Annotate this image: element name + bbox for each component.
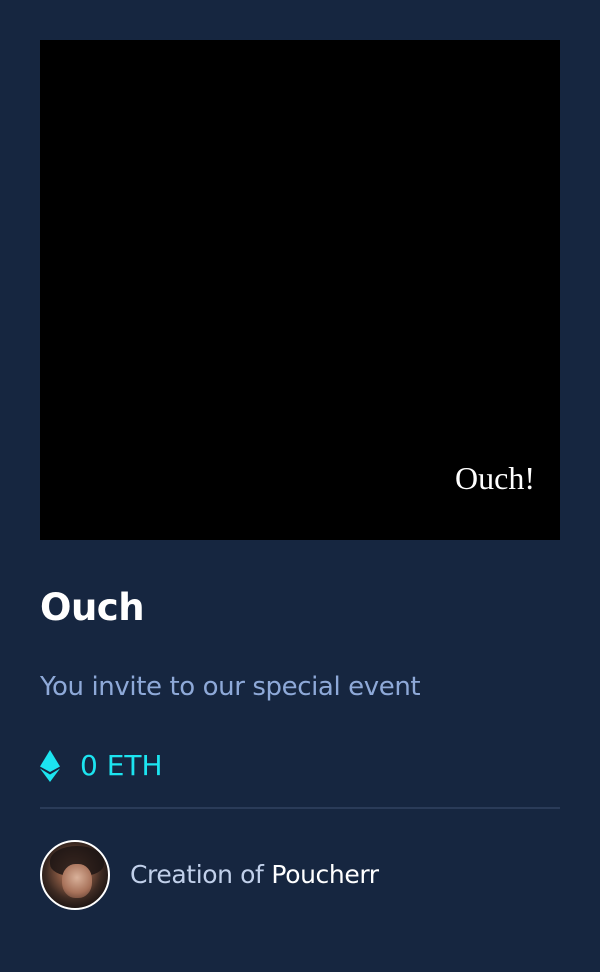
creator-name-link[interactable]: Poucherr: [271, 860, 379, 889]
nft-price: 0 ETH: [80, 749, 163, 782]
price-row: 0 ETH: [40, 749, 560, 783]
nft-title: Ouch: [40, 586, 145, 629]
nft-media[interactable]: Ouch!: [40, 40, 560, 540]
creator-row: Creation of Poucherr: [40, 840, 560, 910]
avatar-face: [62, 864, 92, 898]
creator-prefix: Creation of: [130, 860, 264, 889]
media-caption: Ouch!: [455, 460, 535, 496]
divider: [40, 807, 560, 809]
nft-card: Ouch! Ouch You invite to our special eve…: [0, 0, 600, 972]
nft-description: You invite to our special event: [40, 672, 421, 702]
creator-avatar[interactable]: [40, 840, 110, 910]
creator-text: Creation of Poucherr: [130, 858, 379, 892]
ethereum-icon: [40, 750, 60, 782]
